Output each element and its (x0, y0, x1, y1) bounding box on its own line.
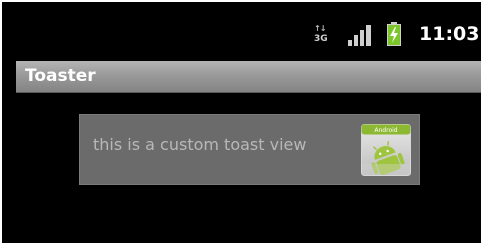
status-time: 11:03 (419, 23, 480, 45)
status-bar: ↑↓ 3G 11:03 (2, 2, 481, 62)
android-label: Android (374, 127, 397, 134)
title-bar: Toaster (16, 61, 481, 93)
toast-message: this is a custom toast view (93, 135, 307, 154)
app-title: Toaster (25, 66, 96, 86)
device-screen: ↑↓ 3G 11:03 Toaster this is a custom toas… (2, 2, 481, 243)
toast-view: this is a custom toast view Android (79, 114, 420, 185)
signal-strength-icon (348, 25, 371, 46)
android-app-icon: Android (361, 124, 411, 176)
battery-charging-icon (387, 22, 401, 46)
3g-data-icon: ↑↓ 3G (314, 24, 328, 44)
